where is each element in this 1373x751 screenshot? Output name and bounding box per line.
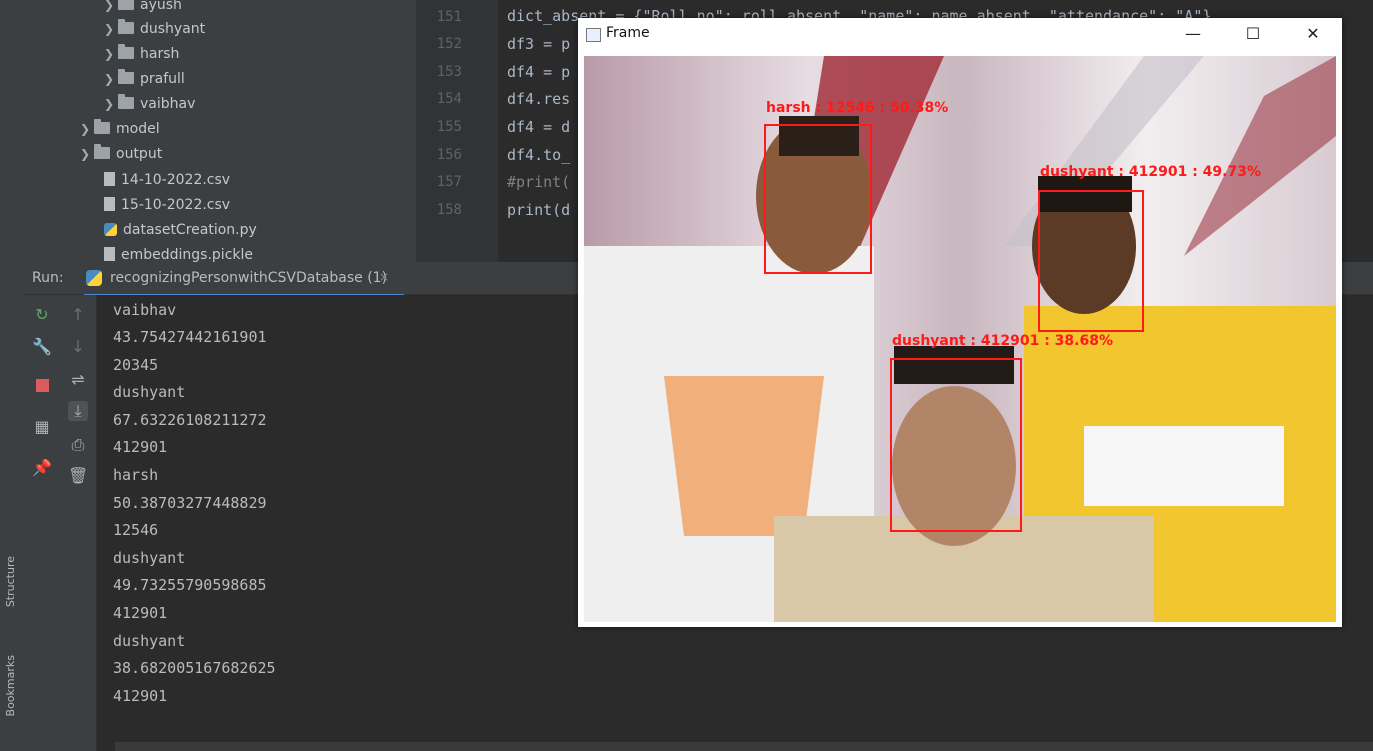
scroll-to-end-icon[interactable]: ⤓ xyxy=(68,401,88,421)
folder-icon xyxy=(94,144,110,159)
tree-item-csv-14[interactable]: 14-10-2022.csv xyxy=(104,169,230,191)
console-line: 20345 xyxy=(113,356,159,374)
console-line: 412901 xyxy=(113,687,168,705)
python-icon xyxy=(86,270,102,286)
chevron-right-icon[interactable]: ❯ xyxy=(80,118,94,140)
minimize-button[interactable]: — xyxy=(1178,22,1208,46)
detection-label-harsh: harsh : 12546 : 50.38% xyxy=(766,100,949,116)
tree-item-output[interactable]: ❯ output xyxy=(80,143,162,165)
bookmarks-tab[interactable]: Bookmarks xyxy=(4,655,17,716)
code-line[interactable]: df4.to_ xyxy=(507,146,570,164)
folder-icon xyxy=(118,19,134,34)
frame-window[interactable]: Frame — ☐ ✕ harsh: 12546: 50.38% dushy… xyxy=(578,18,1342,627)
webcam-frame: harsh : 12546 : 50.38% dushyant : 412901… xyxy=(584,56,1336,622)
line-number: 154 xyxy=(436,91,462,107)
console-horizontal-scrollbar[interactable] xyxy=(115,742,1373,751)
line-number: 156 xyxy=(436,147,462,163)
close-button[interactable]: ✕ xyxy=(1298,22,1328,46)
run-toolbar: ↻ 🔧 ▦ 📌 xyxy=(24,295,60,751)
console-line: harsh xyxy=(113,466,159,484)
folder-icon xyxy=(118,69,134,84)
run-tab[interactable]: recognizingPersonwithCSVDatabase (1) × xyxy=(84,262,404,297)
arrow-up-icon[interactable]: ↑ xyxy=(68,305,88,325)
left-tool-strip: Structure Bookmarks xyxy=(0,0,25,751)
console-toolbar: ↑ ↓ ⇌ ⤓ ⎙ 🗑 xyxy=(60,295,97,751)
soft-wrap-icon[interactable]: ⇌ xyxy=(68,370,88,390)
run-label: Run: xyxy=(32,270,64,286)
python-file-icon xyxy=(104,223,117,236)
pin-icon[interactable]: 📌 xyxy=(32,458,52,478)
csv-file-icon xyxy=(104,172,115,186)
tree-item-ayush[interactable]: ❯ ayush xyxy=(104,0,182,16)
code-line[interactable]: #print( xyxy=(507,173,570,191)
structure-tab[interactable]: Structure xyxy=(4,556,17,607)
face-box-harsh xyxy=(764,124,872,274)
console-line: 67.63226108211272 xyxy=(113,411,267,429)
console-line: 412901 xyxy=(113,604,168,622)
maximize-button[interactable]: ☐ xyxy=(1238,22,1268,46)
tree-item-embeddings[interactable]: embeddings.pickle xyxy=(104,244,253,262)
line-number-gutter: 151 152 153 154 155 156 157 158 xyxy=(416,0,498,262)
chevron-right-icon[interactable]: ❯ xyxy=(80,143,94,165)
code-line[interactable]: df4 = p xyxy=(507,63,570,81)
wrench-icon[interactable]: 🔧 xyxy=(32,337,52,357)
console-line: 50.38703277448829 xyxy=(113,494,267,512)
window-icon xyxy=(586,28,601,42)
stop-icon[interactable] xyxy=(32,377,52,397)
chevron-right-icon[interactable]: ❯ xyxy=(104,93,118,115)
line-number: 157 xyxy=(436,174,462,190)
line-number: 158 xyxy=(436,202,462,218)
tree-item-vaibhav[interactable]: ❯ vaibhav xyxy=(104,93,195,115)
tree-item-datasetcreation[interactable]: datasetCreation.py xyxy=(104,219,257,241)
project-panel: ❯ ayush ❯ dushyant ❯ harsh ❯ prafull ❯ vaibha… xyxy=(24,0,416,262)
folder-icon xyxy=(94,119,110,134)
line-number: 151 xyxy=(436,9,462,25)
rerun-icon[interactable]: ↻ xyxy=(32,305,52,325)
console-line: 38.682005167682625 xyxy=(113,659,276,677)
face-box-dushyant-2 xyxy=(890,358,1022,532)
line-number: 152 xyxy=(436,36,462,52)
console-line: dushyant xyxy=(113,549,186,567)
code-line[interactable]: df4 = d xyxy=(507,118,570,136)
tree-item-harsh[interactable]: ❯ harsh xyxy=(104,43,179,65)
file-icon xyxy=(104,247,115,261)
line-number: 155 xyxy=(436,119,462,135)
trash-icon[interactable]: 🗑 xyxy=(68,466,88,486)
print-icon[interactable]: ⎙ xyxy=(68,435,88,455)
face-box-dushyant xyxy=(1038,190,1144,332)
close-tab-icon[interactable]: × xyxy=(379,270,389,284)
folder-icon xyxy=(118,44,134,59)
code-line[interactable]: df3 = p xyxy=(507,35,570,53)
detection-label-dushyant: dushyant : 412901 : 49.73% xyxy=(1040,164,1261,180)
tree-item-csv-15[interactable]: 15-10-2022.csv xyxy=(104,194,230,216)
line-number: 153 xyxy=(436,64,462,80)
console-line: vaibhav xyxy=(113,301,177,319)
frame-title: Frame xyxy=(606,25,650,41)
frame-titlebar[interactable]: Frame — ☐ ✕ xyxy=(578,18,1342,52)
arrow-down-icon[interactable]: ↓ xyxy=(68,337,88,357)
tree-item-dushyant[interactable]: ❯ dushyant xyxy=(104,18,205,40)
code-line[interactable]: print(d xyxy=(507,201,570,219)
console-line: 49.73255790598685 xyxy=(113,576,267,594)
chevron-right-icon[interactable]: ❯ xyxy=(104,43,118,65)
tree-item-prafull[interactable]: ❯ prafull xyxy=(104,68,185,90)
console-line: 12546 xyxy=(113,521,159,539)
console-line: 412901 xyxy=(113,438,168,456)
run-tab-label: recognizingPersonwithCSVDatabase (1) xyxy=(110,270,388,286)
csv-file-icon xyxy=(104,197,115,211)
layout-icon[interactable]: ▦ xyxy=(32,417,52,437)
tree-item-model[interactable]: ❯ model xyxy=(80,118,160,140)
folder-icon xyxy=(118,94,134,109)
code-line[interactable]: df4.res xyxy=(507,90,570,108)
detection-label-dushyant-2: dushyant : 412901 : 38.68% xyxy=(892,333,1113,349)
chevron-right-icon[interactable]: ❯ xyxy=(104,18,118,40)
folder-icon xyxy=(118,0,134,10)
console-line: 43.75427442161901 xyxy=(113,328,267,346)
chevron-right-icon[interactable]: ❯ xyxy=(104,68,118,90)
console-line: dushyant xyxy=(113,383,186,401)
chevron-right-icon[interactable]: ❯ xyxy=(104,0,118,16)
console-line: dushyant xyxy=(113,632,186,650)
